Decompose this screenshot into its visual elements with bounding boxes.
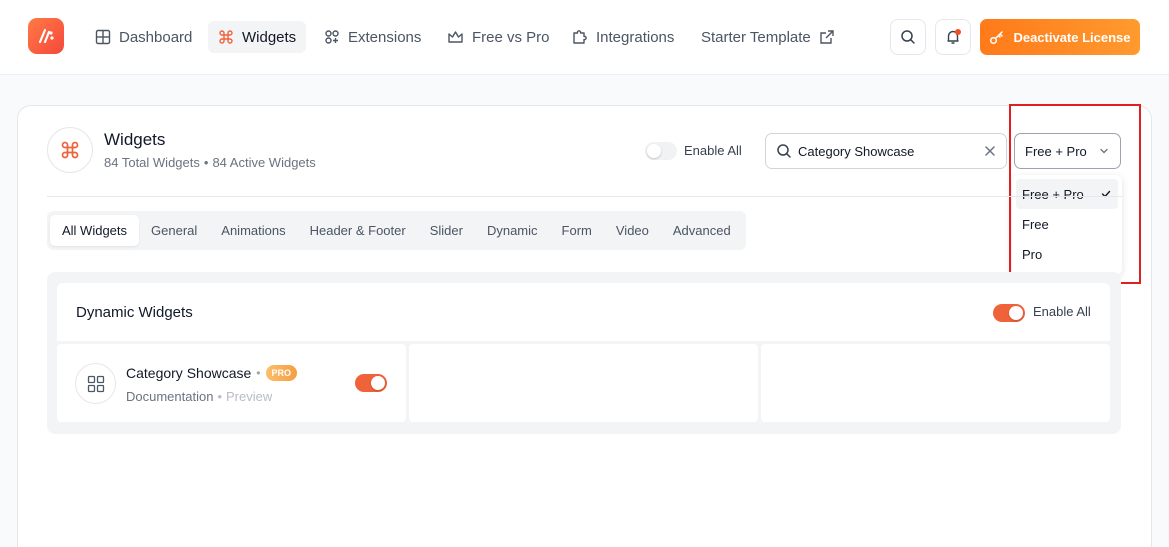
chevron-down-icon <box>1100 148 1108 154</box>
filter-option-label: Free + Pro <box>1022 186 1084 202</box>
plan-filter-value: Free + Pro <box>1025 143 1087 159</box>
count-separator: • <box>203 155 209 170</box>
nav-extensions[interactable]: Extensions <box>314 21 431 53</box>
puzzle-icon <box>573 30 587 44</box>
documentation-link[interactable]: Documentation <box>126 389 213 404</box>
tab-dynamic[interactable]: Dynamic <box>475 215 550 246</box>
pro-badge: PRO <box>265 365 298 381</box>
plan-filter-dropdown: Free + Pro Free Pro <box>1012 175 1122 275</box>
widget-links: Documentation • Preview <box>126 389 272 404</box>
toggle-knob <box>371 376 385 390</box>
category-tabs: All Widgets General Animations Header & … <box>47 211 746 250</box>
command-icon <box>219 30 233 44</box>
widget-search[interactable] <box>765 133 1007 169</box>
app-logo[interactable] <box>28 18 64 54</box>
title-separator: • <box>256 366 261 380</box>
tab-all-widgets[interactable]: All Widgets <box>50 215 140 246</box>
top-navigation: Dashboard Widgets Extensions Free vs Pro… <box>0 0 1169 75</box>
section-enable-all-label: Enable All <box>1033 304 1091 319</box>
tab-animations[interactable]: Animations <box>209 215 297 246</box>
search-icon <box>777 144 791 158</box>
toggle-knob <box>647 144 661 158</box>
nav-extensions-label: Extensions <box>348 28 422 46</box>
empty-card <box>761 344 1110 422</box>
command-icon <box>61 141 79 159</box>
widgets-avatar <box>47 127 93 173</box>
widget-name: Category Showcase <box>126 365 252 381</box>
deactivate-license-button[interactable]: Deactivate License <box>980 19 1140 55</box>
active-widgets-count: 84 Active Widgets <box>212 155 316 170</box>
clear-search-button[interactable] <box>984 145 996 157</box>
preview-link[interactable]: Preview <box>226 389 272 404</box>
plan-filter-select[interactable]: Free + Pro <box>1014 133 1121 169</box>
layout-grid-icon <box>87 375 104 392</box>
nav-free-vs-pro-label: Free vs Pro <box>472 28 550 46</box>
nav-dashboard[interactable]: Dashboard <box>85 21 202 53</box>
nav-widgets-label: Widgets <box>242 28 297 46</box>
section-enable-all-toggle[interactable] <box>993 304 1025 322</box>
grid-icon <box>95 29 111 45</box>
notification-dot <box>955 29 961 35</box>
nav-free-vs-pro[interactable]: Free vs Pro <box>437 21 560 53</box>
nav-dashboard-label: Dashboard <box>119 28 193 46</box>
nav-starter-template-label: Starter Template <box>701 28 811 46</box>
widget-enable-toggle[interactable] <box>355 374 387 392</box>
filter-option-free-pro[interactable]: Free + Pro <box>1016 179 1118 209</box>
nav-integrations-label: Integrations <box>596 28 675 46</box>
logo-mark-icon <box>38 28 54 44</box>
section-header <box>57 283 1110 341</box>
search-input[interactable] <box>798 143 968 159</box>
total-widgets-count: 84 Total Widgets <box>104 155 200 170</box>
toggle-knob <box>1009 306 1023 320</box>
enable-all-label: Enable All <box>684 143 742 158</box>
deactivate-license-label: Deactivate License <box>1013 29 1131 45</box>
widget-counts: 84 Total Widgets • 84 Active Widgets <box>104 155 316 170</box>
notifications-button[interactable] <box>935 19 971 55</box>
tab-form[interactable]: Form <box>550 215 604 246</box>
tab-advanced[interactable]: Advanced <box>661 215 743 246</box>
enable-all-toggle[interactable] <box>645 142 677 160</box>
key-icon <box>990 31 1004 45</box>
search-button[interactable] <box>890 19 926 55</box>
search-icon <box>901 30 915 44</box>
external-link-icon <box>820 30 834 44</box>
empty-card <box>409 344 758 422</box>
close-icon <box>985 146 995 156</box>
widget-title-row: Category Showcase • PRO <box>126 365 298 381</box>
nav-starter-template[interactable]: Starter Template <box>691 21 845 53</box>
tab-slider[interactable]: Slider <box>418 215 475 246</box>
filter-option-free[interactable]: Free <box>1016 209 1118 239</box>
header-divider <box>47 196 1122 197</box>
nav-integrations[interactable]: Integrations <box>562 21 684 53</box>
filter-option-pro[interactable]: Pro <box>1016 239 1118 269</box>
crown-icon <box>448 31 463 43</box>
tab-header-footer[interactable]: Header & Footer <box>298 215 418 246</box>
widget-icon <box>75 363 116 404</box>
page-title: Widgets <box>104 130 166 149</box>
extensions-icon <box>325 30 339 44</box>
filter-option-label: Free <box>1022 216 1049 232</box>
check-icon <box>1101 190 1111 198</box>
nav-widgets[interactable]: Widgets <box>208 21 307 53</box>
link-separator: • <box>217 389 223 404</box>
tab-general[interactable]: General <box>139 215 209 246</box>
filter-option-label: Pro <box>1022 246 1043 262</box>
section-title: Dynamic Widgets <box>76 304 193 321</box>
tab-video[interactable]: Video <box>604 215 661 246</box>
